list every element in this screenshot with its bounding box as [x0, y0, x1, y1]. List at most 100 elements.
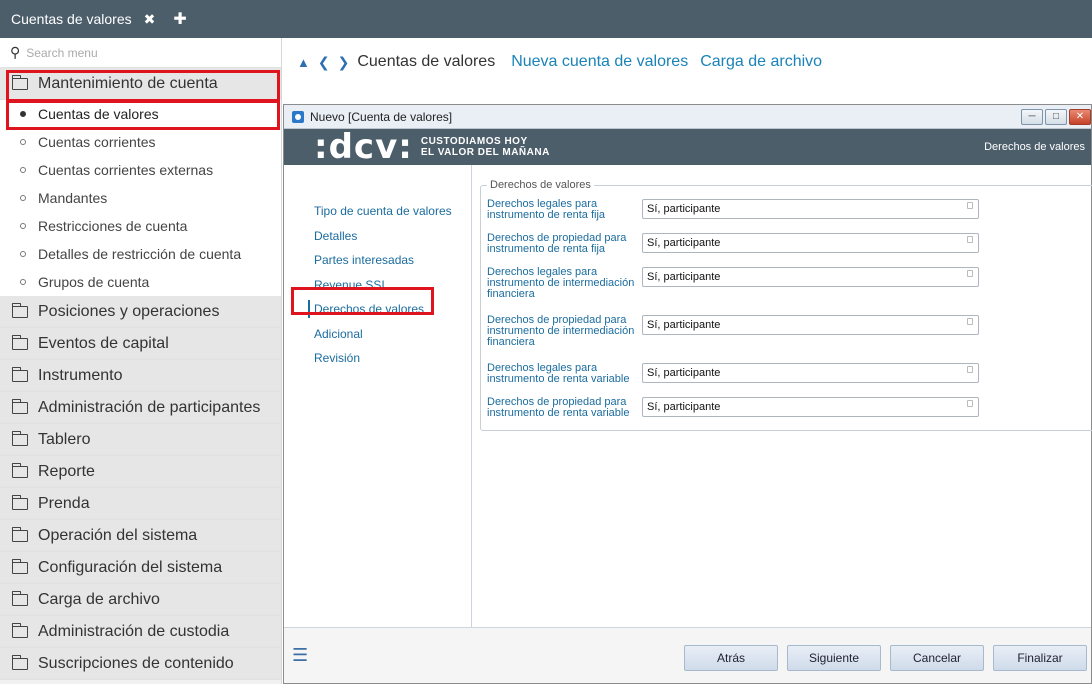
sidebar-section-administracion-participantes[interactable]: Administración de participantes [0, 392, 281, 424]
lock-icon [967, 400, 973, 407]
main-header: ▲ ❮ ❯ Cuentas de valores Nueva cuenta de… [283, 38, 1092, 86]
folder-icon [12, 494, 28, 510]
sidebar-section-label: Posiciones y operaciones [38, 302, 220, 320]
rights-input[interactable]: Sí, participante [642, 363, 979, 383]
sidebar-section-carga-archivo[interactable]: Carga de archivo [0, 584, 281, 616]
sidebar-item-label: Cuentas corrientes [38, 134, 156, 150]
rights-fieldset: Derechos de valores Derechos legales par… [480, 179, 1092, 431]
sidebar-item-mandantes[interactable]: Mandantes [0, 184, 281, 212]
sidebar-section-eventos[interactable]: Eventos de capital [0, 328, 281, 360]
sidebar-section-label: Reporte [38, 462, 95, 480]
field-label: Derechos de propiedad para instrumento d… [487, 232, 627, 255]
search-input[interactable]: Search menu [26, 46, 97, 60]
rights-input[interactable]: Sí, participante [642, 233, 979, 253]
sidebar-section-mantenimiento[interactable]: Mantenimiento de cuenta [0, 68, 281, 100]
step-detalles[interactable]: Detalles [284, 224, 471, 249]
close-button[interactable]: ✕ [1069, 109, 1091, 125]
sidebar-section-label: Carga de archivo [38, 590, 160, 608]
sidebar-item-cuentas-corrientes[interactable]: Cuentas corrientes [0, 128, 281, 156]
cancel-button[interactable]: Cancelar [890, 645, 984, 671]
lock-icon [967, 318, 973, 325]
tagline-line2: EL VALOR DEL MAÑANA [420, 147, 550, 158]
field-label: Derechos de propiedad para instrumento d… [487, 314, 635, 348]
folder-icon [12, 398, 28, 414]
sidebar-item-label: Cuentas corrientes externas [38, 162, 214, 178]
sidebar-item-cuentas-corrientes-externas[interactable]: Cuentas corrientes externas [0, 156, 281, 184]
fieldset-legend: Derechos de valores [487, 179, 594, 191]
sidebar-section-administracion-custodia[interactable]: Administración de custodia [0, 616, 281, 648]
step-derechos-de-valores[interactable]: Derechos de valores [284, 297, 471, 322]
folder-icon [12, 366, 28, 382]
sidebar-section-instrumento[interactable]: Instrumento [0, 360, 281, 392]
step-revenue-ssi[interactable]: Revenue SSI [284, 273, 471, 298]
search-box[interactable]: ⚲ Search menu [0, 38, 281, 68]
bullet-icon [20, 223, 26, 229]
sidebar-section-label: Eventos de capital [38, 334, 169, 352]
minimize-button[interactable]: ─ [1021, 109, 1043, 125]
back-button[interactable]: Atrás [684, 645, 778, 671]
hamburger-icon[interactable]: ☰ [292, 646, 308, 664]
step-revision[interactable]: Revisión [284, 346, 471, 371]
sidebar-section-label: Operación del sistema [38, 526, 198, 544]
sidebar-item-label: Restricciones de cuenta [38, 218, 188, 234]
sitemap-icon[interactable]: ▲ [297, 55, 310, 70]
close-icon[interactable]: ✖ [144, 11, 156, 28]
step-adicional[interactable]: Adicional [284, 322, 471, 347]
sidebar-section-posiciones[interactable]: Posiciones y operaciones [0, 296, 281, 328]
sidebar-section-label: Administración de custodia [38, 622, 230, 640]
sidebar-item-label: Mandantes [38, 190, 108, 206]
field-label: Derechos legales para instrumento de ren… [487, 198, 606, 221]
next-button[interactable]: Siguiente [787, 645, 881, 671]
brand-tagline: CUSTODIAMOS HOY EL VALOR DEL MAÑANA [421, 136, 550, 158]
sidebar-section-label: Suscripciones de contenido [38, 654, 234, 672]
folder-icon [12, 430, 28, 446]
sidebar-section-prenda[interactable]: Prenda [0, 488, 281, 520]
tab-bar-fill [206, 0, 1092, 38]
sidebar-section-tablero[interactable]: Tablero [0, 424, 281, 456]
rights-input[interactable]: Sí, participante [642, 199, 979, 219]
sidebar-section-label: Instrumento [38, 366, 123, 384]
bullet-icon [20, 167, 26, 173]
bullet-icon [20, 111, 26, 117]
back-arrow-icon[interactable]: ❮ [318, 54, 330, 71]
dialog-title: Nuevo [Cuenta de valores] [310, 109, 453, 124]
window-buttons: ─ □ ✕ [1021, 109, 1091, 125]
sidebar-item-restricciones[interactable]: Restricciones de cuenta [0, 212, 281, 240]
folder-icon [12, 590, 28, 606]
folder-icon [12, 462, 28, 478]
wizard-steps: Tipo de cuenta de valores Detalles Parte… [284, 165, 472, 639]
new-account-link[interactable]: Nueva cuenta de valores [511, 53, 688, 71]
sidebar-section-operacion-sistema[interactable]: Operación del sistema [0, 520, 281, 552]
field-label: Derechos legales para instrumento de int… [487, 266, 635, 300]
rights-input[interactable]: Sí, participante [642, 397, 979, 417]
lock-icon [967, 270, 973, 277]
sidebar-section-reporte[interactable]: Reporte [0, 456, 281, 488]
folder-icon [12, 334, 28, 350]
lock-icon [967, 202, 973, 209]
bullet-icon [20, 251, 26, 257]
forward-arrow-icon[interactable]: ❯ [338, 54, 350, 71]
dialog-footer: ☰ Atrás Siguiente Cancelar Finalizar [284, 627, 1091, 683]
sidebar-section-label: Configuración del sistema [38, 558, 223, 576]
dcv-logo: :dcv: [314, 127, 413, 167]
tagline-line1: CUSTODIAMOS HOY [420, 136, 528, 147]
tab-cuentas-de-valores[interactable]: Cuentas de valores ✖ ✚ [0, 0, 206, 38]
step-partes-interesadas[interactable]: Partes interesadas [284, 248, 471, 273]
folder-icon [12, 558, 28, 574]
rights-input[interactable]: Sí, participante [642, 267, 979, 287]
sidebar-item-grupos-de-cuenta[interactable]: Grupos de cuenta [0, 268, 281, 296]
file-upload-link[interactable]: Carga de archivo [700, 53, 822, 71]
add-tab-icon[interactable]: ✚ [173, 9, 186, 29]
field-label: Derechos de propiedad para instrumento d… [487, 396, 630, 419]
sidebar-item-cuentas-de-valores[interactable]: Cuentas de valores [0, 100, 281, 128]
sidebar-item-detalles-restriccion[interactable]: Detalles de restricción de cuenta [0, 240, 281, 268]
step-tipo-cuenta[interactable]: Tipo de cuenta de valores [284, 199, 471, 224]
sidebar-section-configuracion-sistema[interactable]: Configuración del sistema [0, 552, 281, 584]
sidebar-item-label: Detalles de restricción de cuenta [38, 246, 242, 262]
sidebar: ⚲ Search menu Mantenimiento de cuenta Cu… [0, 38, 282, 684]
rights-input[interactable]: Sí, participante [642, 315, 979, 335]
maximize-button[interactable]: □ [1045, 109, 1067, 125]
sidebar-section-suscripciones[interactable]: Suscripciones de contenido [0, 648, 281, 680]
finish-button[interactable]: Finalizar [993, 645, 1087, 671]
new-account-dialog: Nuevo [Cuenta de valores] ─ □ ✕ :dcv: CU… [283, 104, 1092, 684]
